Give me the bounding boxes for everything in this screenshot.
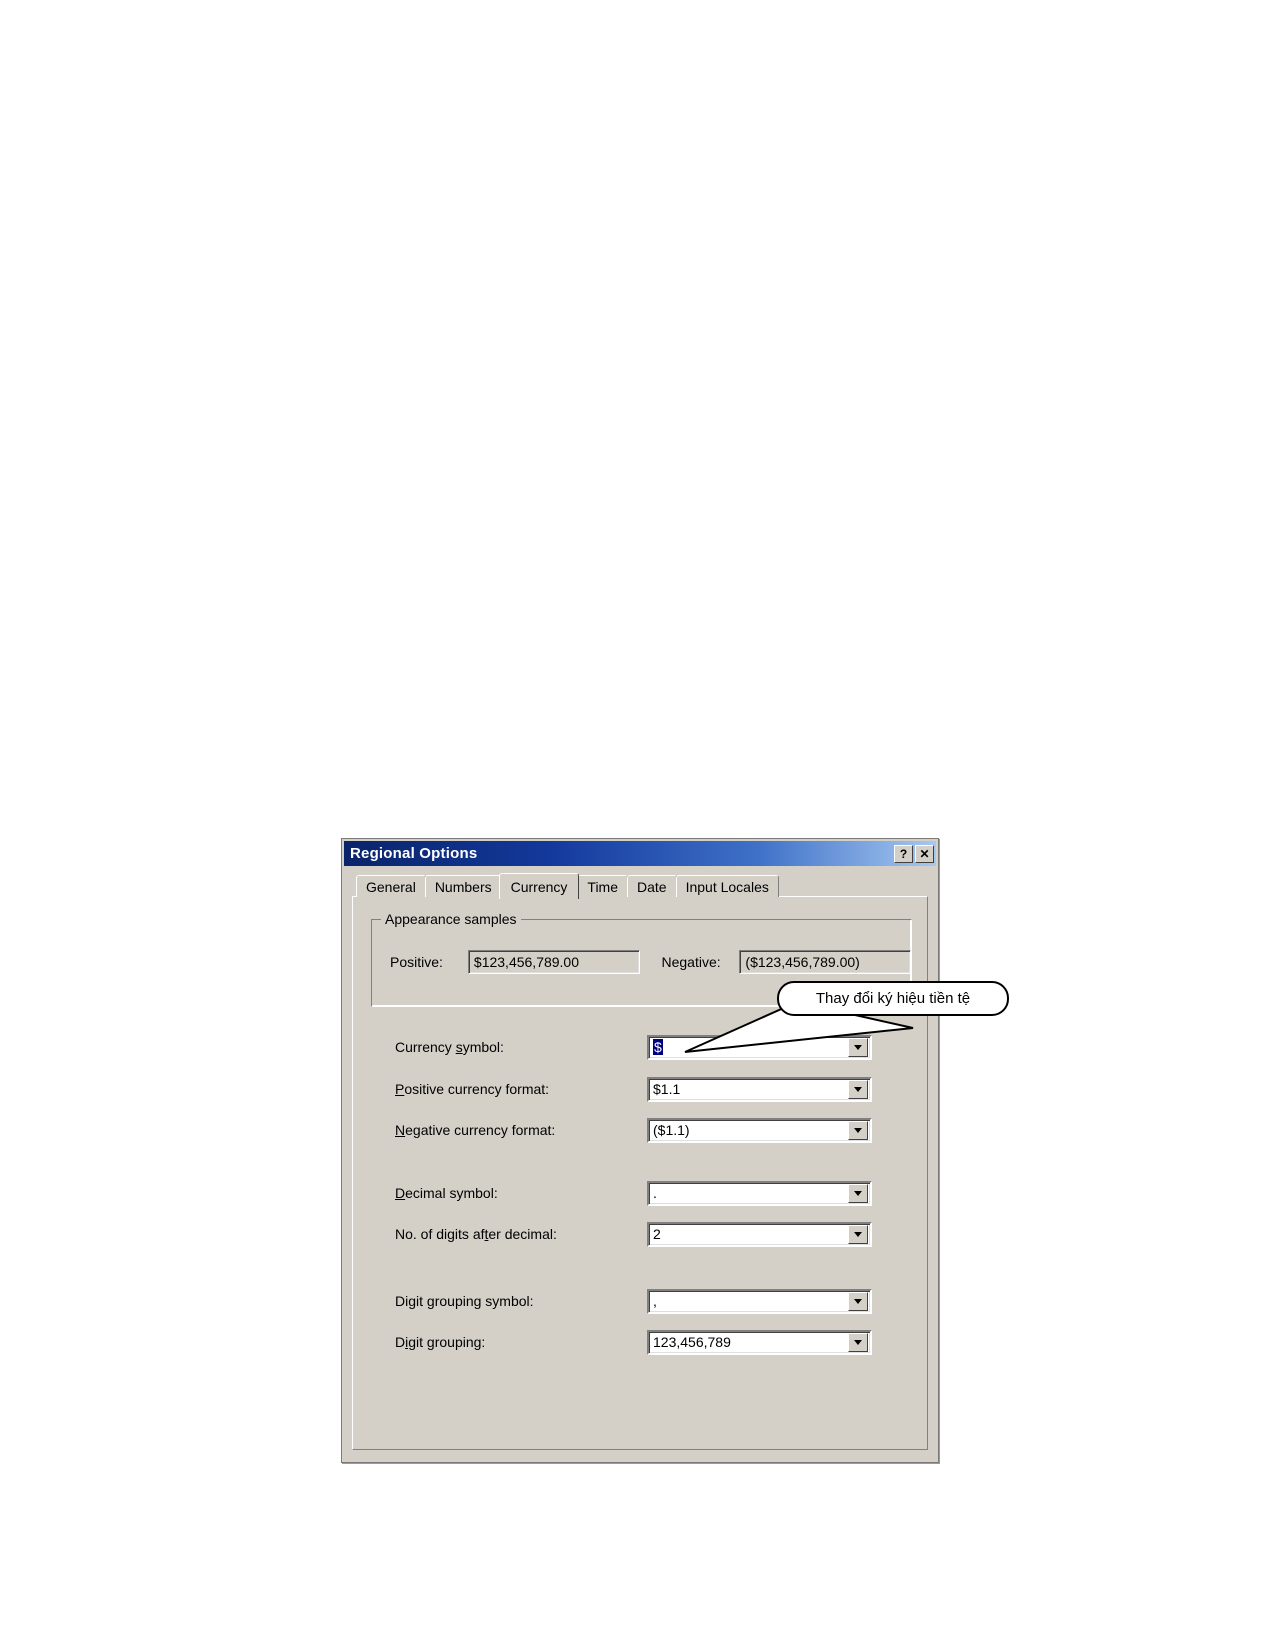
combo-digit-grouping-value: 123,456,789 xyxy=(653,1334,731,1350)
chevron-down-icon[interactable] xyxy=(848,1120,868,1140)
tab-page-currency: Appearance samples Positive: $123,456,78… xyxy=(352,896,928,1450)
row-currency-symbol: Currency symbol: $ xyxy=(395,1034,875,1060)
row-decimal-symbol: Decimal symbol: . xyxy=(395,1180,875,1206)
close-button[interactable]: ✕ xyxy=(915,844,934,863)
regional-options-dialog: Regional Options ? ✕ General Numbers Cur… xyxy=(341,838,939,1463)
combo-digit-grouping[interactable]: 123,456,789 xyxy=(647,1329,872,1355)
combo-digit-grouping-symbol[interactable]: , xyxy=(647,1288,872,1314)
combo-digits-after-decimal[interactable]: 2 xyxy=(647,1221,872,1247)
tab-date[interactable]: Date xyxy=(627,875,677,897)
negative-sample-label: Negative: xyxy=(661,954,721,970)
callout-annotation: Thay đổi ký hiệu tiền tệ xyxy=(777,981,1009,1016)
tab-time[interactable]: Time xyxy=(577,875,628,897)
row-digits-after-decimal: No. of digits after decimal: 2 xyxy=(395,1221,875,1247)
currency-settings-form: Currency symbol: $ Positive currency for… xyxy=(353,1022,927,1449)
help-button[interactable]: ? xyxy=(894,844,913,863)
positive-sample-label: Positive: xyxy=(390,954,443,970)
dialog-client-area: General Numbers Currency Time Date Input… xyxy=(352,872,928,1450)
combo-currency-symbol[interactable]: $ xyxy=(647,1034,872,1060)
chevron-down-icon[interactable] xyxy=(848,1037,868,1057)
chevron-down-icon[interactable] xyxy=(848,1079,868,1099)
tab-strip: General Numbers Currency Time Date Input… xyxy=(352,872,928,899)
row-positive-currency-format: Positive currency format: $1.1 xyxy=(395,1076,875,1102)
window-title: Regional Options xyxy=(350,845,478,862)
label-digit-grouping: Digit grouping: xyxy=(395,1334,486,1350)
chevron-down-icon[interactable] xyxy=(848,1183,868,1203)
tab-numbers[interactable]: Numbers xyxy=(424,875,502,897)
combo-positive-currency-format[interactable]: $1.1 xyxy=(647,1076,872,1102)
positive-sample-value: $123,456,789.00 xyxy=(467,950,640,974)
row-negative-currency-format: Negative currency format: ($1.1) xyxy=(395,1117,875,1143)
negative-sample-value: ($123,456,789.00) xyxy=(739,950,911,974)
combo-positive-currency-format-value: $1.1 xyxy=(653,1081,681,1097)
appearance-samples-row: Positive: $123,456,789.00 Negative: ($12… xyxy=(372,950,911,974)
label-negative-currency-format: Negative currency format: xyxy=(395,1122,556,1138)
appearance-samples-legend: Appearance samples xyxy=(381,911,521,927)
chevron-down-icon[interactable] xyxy=(848,1332,868,1352)
combo-decimal-symbol-value: . xyxy=(653,1185,657,1201)
chevron-down-icon[interactable] xyxy=(848,1224,868,1244)
callout-text: Thay đổi ký hiệu tiền tệ xyxy=(777,981,1009,1016)
title-bar[interactable]: Regional Options ? ✕ xyxy=(344,841,936,866)
label-digit-grouping-symbol: Digit grouping symbol: xyxy=(395,1293,534,1309)
row-digit-grouping: Digit grouping: 123,456,789 xyxy=(395,1329,875,1355)
combo-digits-after-decimal-value: 2 xyxy=(653,1226,661,1242)
combo-currency-symbol-value: $ xyxy=(653,1039,663,1055)
label-decimal-symbol: Decimal symbol: xyxy=(395,1185,498,1201)
combo-negative-currency-format-value: ($1.1) xyxy=(653,1122,690,1138)
row-digit-grouping-symbol: Digit grouping symbol: , xyxy=(395,1288,875,1314)
combo-negative-currency-format[interactable]: ($1.1) xyxy=(647,1117,872,1143)
label-currency-symbol: Currency symbol: xyxy=(395,1039,504,1055)
combo-digit-grouping-symbol-value: , xyxy=(653,1293,657,1309)
tab-input-locales[interactable]: Input Locales xyxy=(675,875,779,897)
label-digits-after-decimal: No. of digits after decimal: xyxy=(395,1226,557,1242)
label-positive-currency-format: Positive currency format: xyxy=(395,1081,550,1097)
tab-general[interactable]: General xyxy=(356,875,426,897)
tab-currency[interactable]: Currency xyxy=(498,873,580,899)
combo-decimal-symbol[interactable]: . xyxy=(647,1180,872,1206)
chevron-down-icon[interactable] xyxy=(848,1291,868,1311)
